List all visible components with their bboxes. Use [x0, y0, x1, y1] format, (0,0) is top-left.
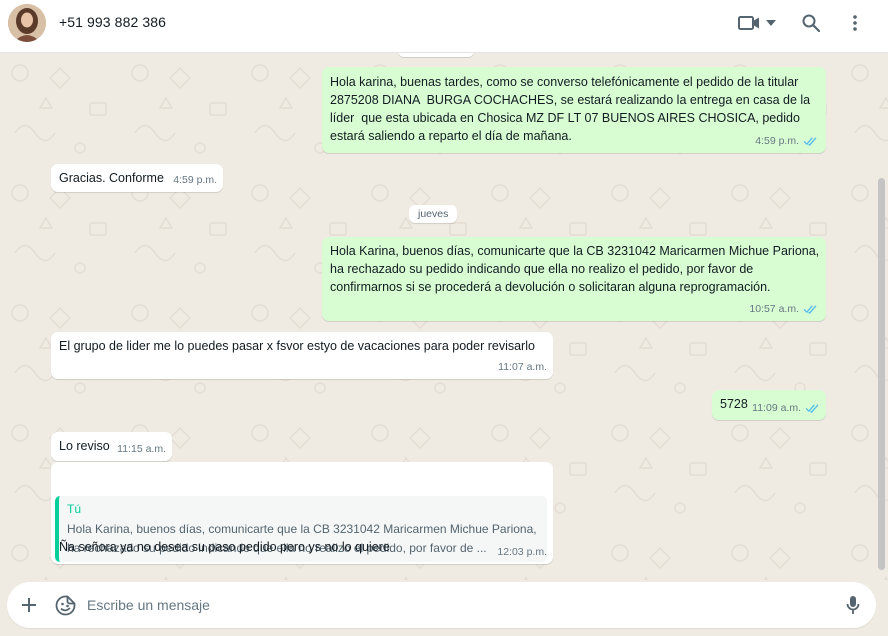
video-call-icon[interactable]	[736, 11, 762, 35]
message-incoming[interactable]: Gracias. Conforme 4:59 p.m.	[51, 164, 223, 192]
message-incoming-reply[interactable]: Tú Hola Karina, buenos días, comunicarte…	[51, 462, 553, 564]
message-text: El grupo de lider me lo puedes pasar x f…	[59, 339, 535, 353]
read-ticks-icon	[803, 305, 817, 314]
search-icon[interactable]	[797, 11, 825, 35]
more-options-icon[interactable]	[841, 11, 869, 35]
message-time: 10:57 a.m.	[749, 303, 799, 315]
avatar[interactable]	[8, 4, 46, 42]
read-ticks-icon	[803, 137, 817, 146]
message-time: 12:03 p.m.	[497, 546, 547, 558]
message-time: 11:07 a.m.	[498, 361, 547, 373]
message-text: Gracias. Conforme	[59, 171, 164, 185]
composer	[0, 580, 888, 636]
message-outgoing[interactable]: Hola karina, buenas tardes, como se conv…	[322, 67, 826, 153]
message-text: Hola karina, buenas tardes, como se conv…	[330, 75, 814, 143]
message-time: 4:59 p.m.	[173, 174, 217, 186]
chevron-down-icon[interactable]	[762, 11, 780, 35]
message-input[interactable]	[87, 593, 827, 617]
message-meta: 10:57 a.m.	[749, 300, 818, 318]
read-ticks-icon	[805, 404, 819, 413]
day-separator: jueves	[409, 205, 458, 223]
message-outgoing[interactable]: 5728 11:09 a.m.	[712, 390, 826, 420]
message-incoming[interactable]: Lo reviso 11:15 a.m.	[51, 432, 172, 461]
message-meta: 12:03 p.m.	[497, 543, 547, 561]
message-meta: 11:07 a.m.	[498, 358, 547, 376]
message-time: 11:09 a.m.	[752, 402, 801, 414]
message-meta: 4:59 p.m.	[755, 132, 818, 150]
day-separator	[398, 53, 474, 57]
message-meta: 11:09 a.m.	[752, 399, 820, 417]
message-text: Lo reviso	[59, 439, 110, 453]
message-text: 5728	[720, 397, 748, 411]
composer-bar	[7, 582, 876, 628]
message-text: Hola Karina, buenos días, comunicarte qu…	[330, 244, 823, 294]
message-list[interactable]: Hola karina, buenas tardes, como se conv…	[0, 53, 888, 580]
message-meta: 11:15 a.m.	[117, 440, 166, 458]
message-time: 11:15 a.m.	[117, 443, 166, 455]
message-incoming[interactable]: El grupo de lider me lo puedes pasar x f…	[51, 332, 553, 379]
message-text: Ña señora ya no desea su paso pedido per…	[59, 540, 390, 554]
microphone-icon[interactable]	[841, 593, 865, 617]
quoted-author: Tú	[67, 502, 82, 516]
scrollbar[interactable]	[878, 178, 885, 570]
emoji-sticker-icon[interactable]	[53, 593, 77, 617]
message-outgoing[interactable]: Hola Karina, buenos días, comunicarte qu…	[322, 237, 826, 321]
message-meta: 4:59 p.m.	[173, 171, 217, 189]
chat-header: +51 993 882 386	[0, 0, 888, 53]
plus-icon[interactable]	[17, 593, 41, 617]
contact-name[interactable]: +51 993 882 386	[59, 14, 166, 30]
message-time: 4:59 p.m.	[755, 135, 799, 147]
